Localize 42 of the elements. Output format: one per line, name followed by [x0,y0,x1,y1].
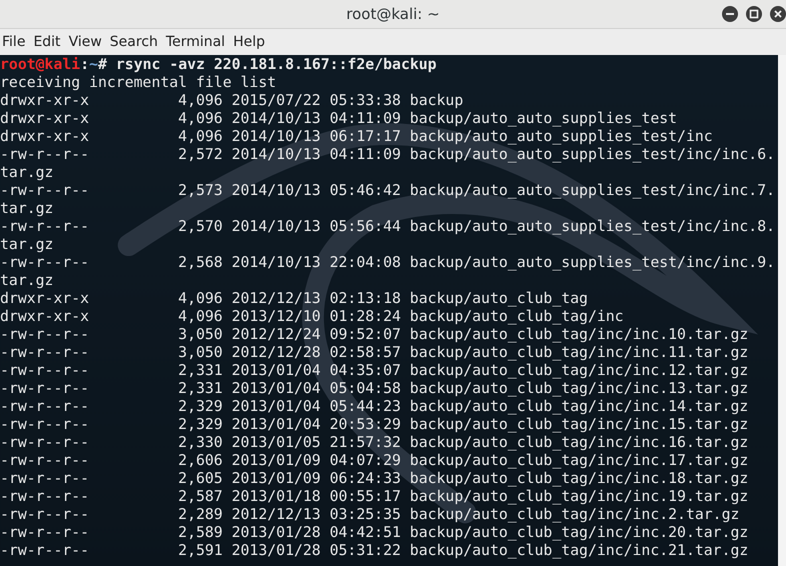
output-line: drwxr-xr-x 4,096 2014/10/13 04:11:09 backup/auto_auto_supplies_test [0,110,678,127]
output-line: drwxr-xr-x 4,096 2012/12/13 02:13:18 backup/auto_club_tag [0,290,588,307]
output-line: -rw-r--r-- 2,568 2014/10/13 22:04:08 backup/auto_auto_supplies_test/inc/inc.9. [0,254,776,271]
output-line: -rw-r--r-- 2,330 2013/01/05 21:57:32 backup/auto_club_tag/inc/inc.16.tar.gz [0,434,748,451]
output-line: -rw-r--r-- 2,587 2013/01/18 00:55:17 backup/auto_club_tag/inc/inc.19.tar.gz [0,488,748,505]
menu-item[interactable]: Terminal [164,34,232,50]
output-line: -rw-r--r-- 2,331 2013/01/04 04:35:07 backup/auto_club_tag/inc/inc.12.tar.gz [0,362,748,379]
output-line: -rw-r--r-- 2,329 2013/01/04 05:44:23 backup/auto_club_tag/inc/inc.14.tar.gz [0,398,748,415]
prompt-symbol: # [98,56,107,73]
output-line: -rw-r--r-- 2,605 2013/01/09 06:24:33 backup/auto_club_tag/inc/inc.18.tar.gz [0,470,748,487]
output-line: -rw-r--r-- 2,573 2014/10/13 05:46:42 backup/auto_auto_supplies_test/inc/inc.7. [0,182,776,199]
menu-item[interactable]: File [0,34,32,50]
menu-item[interactable]: View [66,34,108,50]
menu-item[interactable]: Edit [31,34,67,50]
prompt-separator: : [80,56,90,73]
maximize-icon[interactable] [746,6,762,22]
prompt-user-host: root@kali [0,56,80,73]
output-line: -rw-r--r-- 2,589 2013/01/28 04:42:51 backup/auto_club_tag/inc/inc.20.tar.gz [0,524,748,541]
minimize-icon[interactable] [722,6,738,22]
window-title: root@kali: ~ [346,5,440,23]
output-line: -rw-r--r-- 2,570 2014/10/13 05:56:44 backup/auto_auto_supplies_test/inc/inc.8. [0,218,776,235]
output-line: tar.gz [0,200,54,217]
output-line: drwxr-xr-x 4,096 2013/12/10 01:28:24 backup/auto_club_tag/inc [0,308,624,325]
output-line: receiving incremental file list [0,74,276,91]
output-line: drwxr-xr-x 4,096 2014/10/13 06:17:17 backup/auto_auto_supplies_test/inc [0,128,713,145]
output-line: tar.gz [0,164,54,181]
output-line: -rw-r--r-- 2,329 2013/01/04 20:53:29 backup/auto_club_tag/inc/inc.15.tar.gz [0,416,748,433]
output-line: -rw-r--r-- 2,572 2014/10/13 04:11:09 backup/auto_auto_supplies_test/inc/inc.6. [0,146,776,163]
output-line: drwxr-xr-x 4,096 2015/07/22 05:33:38 backup [0,92,464,109]
output-line: -rw-r--r-- 3,050 2012/12/24 09:52:07 backup/auto_club_tag/inc/inc.10.tar.gz [0,326,748,343]
output-line: -rw-r--r-- 2,331 2013/01/04 05:04:58 backup/auto_club_tag/inc/inc.13.tar.gz [0,380,748,397]
output-line: tar.gz [0,236,54,253]
command-text: rsync -avz 220.181.8.167::f2e/backup [116,56,437,73]
output-line: -rw-r--r-- 2,591 2013/01/28 05:31:22 backup/auto_club_tag/inc/inc.21.tar.gz [0,542,748,559]
output-line: -rw-r--r-- 2,606 2013/01/09 04:07:29 backup/auto_club_tag/inc/inc.17.tar.gz [0,452,748,469]
prompt-directory: ~ [89,56,98,73]
output-line: -rw-r--r-- 2,289 2012/12/13 03:25:35 backup/auto_club_tag/inc/inc.2.tar.gz [0,506,740,523]
menu-item[interactable]: Help [231,34,271,50]
close-icon[interactable] [770,6,786,22]
menu-item[interactable]: Search [108,34,164,50]
output-line: tar.gz [0,272,54,289]
output-line: -rw-r--r-- 3,050 2012/12/28 02:58:57 backup/auto_club_tag/inc/inc.11.tar.gz [0,344,748,361]
